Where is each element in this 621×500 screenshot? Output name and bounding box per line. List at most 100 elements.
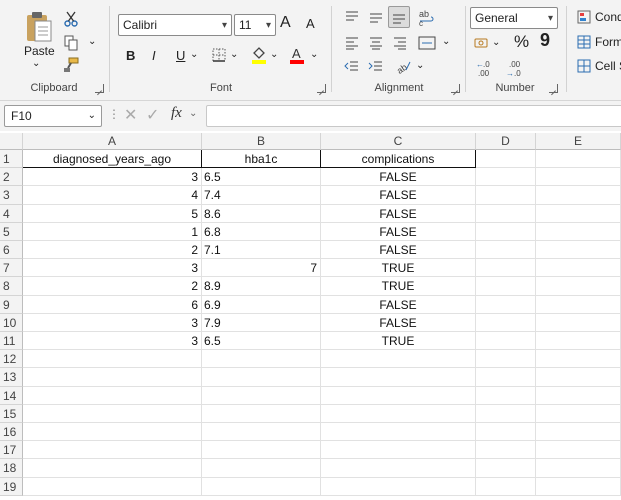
- cell-b16[interactable]: [202, 423, 321, 442]
- row-header-1[interactable]: 1: [0, 150, 23, 169]
- align-bottom-icon[interactable]: [388, 6, 410, 28]
- underline-dropdown-icon[interactable]: ⌄: [190, 49, 198, 60]
- cell-e5[interactable]: [536, 222, 621, 241]
- row-header-15[interactable]: 15: [0, 404, 23, 423]
- cell-d11[interactable]: [476, 332, 536, 351]
- cell-b18[interactable]: [202, 459, 321, 478]
- cell-d6[interactable]: [476, 241, 536, 260]
- cell-c17[interactable]: [321, 441, 476, 460]
- cell-a6[interactable]: 2: [23, 241, 202, 260]
- cell-a16[interactable]: [23, 423, 202, 442]
- paste-dropdown-icon[interactable]: ⌄: [32, 58, 40, 69]
- cell-c7[interactable]: TRUE: [321, 259, 476, 278]
- cell-d12[interactable]: [476, 350, 536, 369]
- alignment-launcher-icon[interactable]: [451, 84, 460, 93]
- cell-e10[interactable]: [536, 313, 621, 332]
- increase-indent-icon[interactable]: [366, 58, 386, 76]
- cell-styles-button[interactable]: Cell S: [595, 59, 621, 73]
- more-options-icon[interactable]: ⋮: [108, 107, 120, 121]
- cell-d16[interactable]: [476, 423, 536, 442]
- row-header-14[interactable]: 14: [0, 386, 23, 405]
- cell-c9[interactable]: FALSE: [321, 295, 476, 314]
- borders-icon[interactable]: [210, 46, 228, 64]
- cell-e1[interactable]: [536, 150, 621, 169]
- enter-icon[interactable]: ✓: [146, 105, 159, 125]
- row-header-17[interactable]: 17: [0, 441, 23, 460]
- cell-e4[interactable]: [536, 204, 621, 223]
- format-as-table-button[interactable]: Form: [595, 35, 621, 49]
- font-color-dropdown-icon[interactable]: ⌄: [310, 49, 318, 60]
- cell-a5[interactable]: 1: [23, 222, 202, 241]
- formula-input[interactable]: [206, 105, 621, 127]
- cell-a9[interactable]: 6: [23, 295, 202, 314]
- copy-dropdown-icon[interactable]: ⌄: [88, 36, 96, 47]
- font-launcher-icon[interactable]: [317, 84, 326, 93]
- cell-b15[interactable]: [202, 404, 321, 423]
- cell-e12[interactable]: [536, 350, 621, 369]
- merge-center-icon[interactable]: [416, 34, 438, 52]
- merge-dropdown-icon[interactable]: ⌄: [442, 36, 450, 47]
- cell-e14[interactable]: [536, 386, 621, 405]
- cell-e18[interactable]: [536, 459, 621, 478]
- cell-b19[interactable]: [202, 477, 321, 496]
- accounting-dropdown-icon[interactable]: ⌄: [492, 37, 500, 48]
- cell-c10[interactable]: FALSE: [321, 313, 476, 332]
- cell-d10[interactable]: [476, 313, 536, 332]
- name-box[interactable]: F10 ⌄: [4, 105, 102, 127]
- row-header-7[interactable]: 7: [0, 259, 23, 278]
- row-header-5[interactable]: 5: [0, 222, 23, 241]
- cell-b6[interactable]: 7.1: [202, 241, 321, 260]
- orientation-dropdown-icon[interactable]: ⌄: [416, 60, 424, 71]
- bold-button[interactable]: B: [126, 48, 135, 63]
- cell-d17[interactable]: [476, 441, 536, 460]
- cell-e17[interactable]: [536, 441, 621, 460]
- row-header-19[interactable]: 19: [0, 477, 23, 496]
- row-header-12[interactable]: 12: [0, 350, 23, 369]
- align-right-icon[interactable]: [390, 34, 410, 52]
- clipboard-launcher-icon[interactable]: [95, 84, 104, 93]
- cell-c4[interactable]: FALSE: [321, 204, 476, 223]
- cell-d18[interactable]: [476, 459, 536, 478]
- cell-d1[interactable]: [476, 150, 536, 169]
- row-header-3[interactable]: 3: [0, 186, 23, 205]
- cell-d13[interactable]: [476, 368, 536, 387]
- cell-a2[interactable]: 3: [23, 168, 202, 187]
- cell-b1[interactable]: hba1c: [202, 150, 321, 169]
- cell-c8[interactable]: TRUE: [321, 277, 476, 296]
- cell-d4[interactable]: [476, 204, 536, 223]
- cell-e7[interactable]: [536, 259, 621, 278]
- shrink-font-button[interactable]: A: [306, 16, 315, 31]
- italic-button[interactable]: I: [152, 48, 156, 63]
- cell-b5[interactable]: 6.8: [202, 222, 321, 241]
- cell-e16[interactable]: [536, 423, 621, 442]
- cell-c1[interactable]: complications: [321, 150, 476, 169]
- number-format-select[interactable]: General ▾: [470, 7, 558, 29]
- cell-d19[interactable]: [476, 477, 536, 496]
- format-painter-icon[interactable]: [62, 56, 80, 74]
- align-top-icon[interactable]: [342, 8, 362, 26]
- cell-a10[interactable]: 3: [23, 313, 202, 332]
- cell-b11[interactable]: 6.5: [202, 332, 321, 351]
- cell-b17[interactable]: [202, 441, 321, 460]
- cell-e3[interactable]: [536, 186, 621, 205]
- decrease-decimal-icon[interactable]: .00 → .0: [504, 58, 526, 78]
- cell-c16[interactable]: [321, 423, 476, 442]
- row-header-18[interactable]: 18: [0, 459, 23, 478]
- cell-d15[interactable]: [476, 404, 536, 423]
- column-header-c[interactable]: C: [321, 133, 476, 150]
- cell-c2[interactable]: FALSE: [321, 168, 476, 187]
- cell-b12[interactable]: [202, 350, 321, 369]
- cell-b9[interactable]: 6.9: [202, 295, 321, 314]
- paste-button[interactable]: Paste: [24, 44, 55, 58]
- cell-c5[interactable]: FALSE: [321, 222, 476, 241]
- row-header-10[interactable]: 10: [0, 313, 23, 332]
- fill-color-dropdown-icon[interactable]: ⌄: [270, 49, 278, 60]
- cell-e19[interactable]: [536, 477, 621, 496]
- copy-icon[interactable]: [62, 34, 80, 52]
- column-header-e[interactable]: E: [536, 133, 621, 150]
- cell-d14[interactable]: [476, 386, 536, 405]
- cell-e15[interactable]: [536, 404, 621, 423]
- fill-color-icon[interactable]: [250, 44, 268, 66]
- cell-a13[interactable]: [23, 368, 202, 387]
- decrease-indent-icon[interactable]: [342, 58, 362, 76]
